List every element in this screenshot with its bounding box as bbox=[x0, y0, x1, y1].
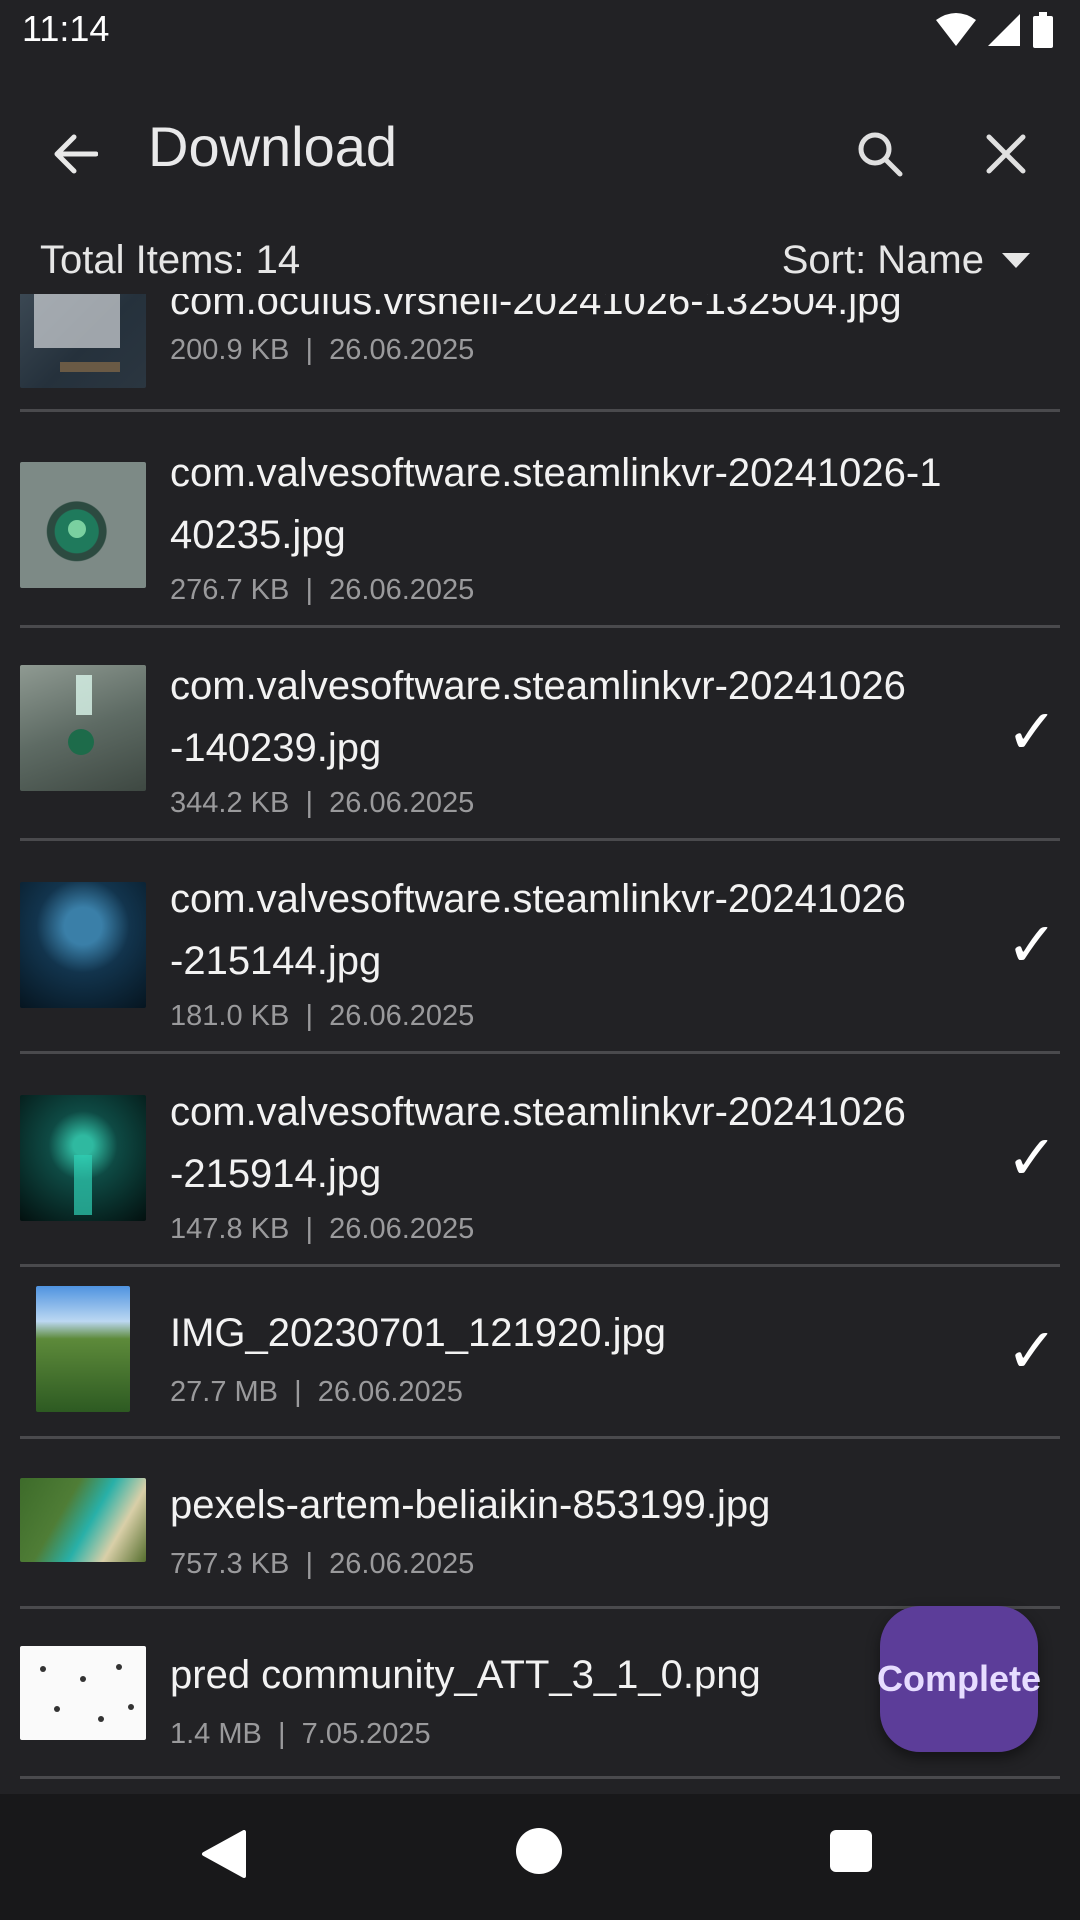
file-row[interactable]: pexels-artem-beliaikin-853199.jpg 757.3 … bbox=[20, 1436, 1060, 1609]
thumbnail-image bbox=[20, 1095, 146, 1221]
file-name: com.valvesoftware.steamlinkvr-20241026 -… bbox=[170, 1090, 906, 1196]
list-summary: Total Items: 14 Sort: Name bbox=[0, 236, 1080, 292]
file-row[interactable]: com.valvesoftware.steamlinkvr-20241026-1… bbox=[20, 412, 1060, 628]
close-icon bbox=[986, 134, 1026, 174]
battery-icon bbox=[1033, 12, 1053, 48]
total-items-label: Total Items: 14 bbox=[40, 238, 301, 282]
close-button[interactable] bbox=[968, 119, 1044, 189]
file-name: pexels-artem-beliaikin-853199.jpg bbox=[170, 1483, 771, 1527]
selected-check-icon[interactable]: ✓ bbox=[1006, 1121, 1058, 1194]
back-button[interactable] bbox=[40, 119, 110, 189]
file-meta: 757.3 KB | 26.06.2025 bbox=[170, 1548, 475, 1580]
app-bar: Download bbox=[0, 84, 1080, 214]
search-icon bbox=[858, 132, 903, 177]
signal-icon bbox=[988, 14, 1020, 46]
thumbnail-image bbox=[20, 462, 146, 588]
status-icons bbox=[936, 12, 1054, 48]
file-name: com.valvesoftware.steamlinkvr-20241026 -… bbox=[170, 664, 906, 770]
file-name: com.valvesoftware.steamlinkvr-20241026-1… bbox=[170, 451, 942, 557]
system-nav-bar bbox=[0, 1794, 1080, 1920]
nav-back-icon[interactable] bbox=[200, 1830, 248, 1878]
page-title: Download bbox=[148, 115, 398, 178]
sort-dropdown[interactable]: Sort: Name bbox=[782, 238, 1030, 283]
sort-label: Sort: Name bbox=[781, 238, 984, 282]
file-meta: 200.9 KB | 26.06.2025 bbox=[170, 334, 475, 366]
file-row[interactable]: com.valvesoftware.steamlinkvr-20241026 -… bbox=[20, 625, 1060, 841]
status-time: 11:14 bbox=[22, 8, 110, 49]
file-row[interactable]: com.valvesoftware.steamlinkvr-20241026 -… bbox=[20, 838, 1060, 1054]
dropdown-arrow-icon bbox=[1002, 252, 1030, 268]
nav-home-icon[interactable] bbox=[516, 1828, 562, 1874]
thumbnail-image bbox=[20, 1646, 146, 1740]
file-name: com.valvesoftware.steamlinkvr-20241026 -… bbox=[170, 877, 906, 983]
file-meta: 1.4 MB | 7.05.2025 bbox=[170, 1718, 431, 1750]
wifi-icon bbox=[936, 13, 976, 46]
thumbnail-image bbox=[20, 882, 146, 1008]
selected-check-icon[interactable]: ✓ bbox=[1006, 695, 1058, 768]
complete-button[interactable]: Complete bbox=[877, 1606, 1041, 1752]
file-list[interactable]: com.oculus.vrshell-20241026-132504.jpg 2… bbox=[0, 294, 1080, 1794]
file-row[interactable]: com.valvesoftware.steamlinkvr-20241026 -… bbox=[20, 1051, 1060, 1267]
file-row[interactable]: IMG_20230701_121920.jpg 27.7 MB | 26.06.… bbox=[20, 1264, 1060, 1439]
status-bar: 11:14 bbox=[0, 0, 1080, 62]
file-name: IMG_20230701_121920.jpg bbox=[170, 1311, 666, 1355]
file-name: com.oculus.vrshell-20241026-132504.jpg bbox=[170, 294, 902, 323]
thumbnail-image bbox=[20, 1478, 146, 1562]
thumbnail-image bbox=[20, 294, 146, 388]
file-meta: 276.7 KB | 26.06.2025 bbox=[170, 574, 475, 606]
thumbnail-image bbox=[20, 665, 146, 791]
file-meta: 27.7 MB | 26.06.2025 bbox=[170, 1376, 463, 1408]
file-meta: 344.2 KB | 26.06.2025 bbox=[170, 787, 475, 819]
file-meta: 147.8 KB | 26.06.2025 bbox=[170, 1213, 475, 1245]
file-row[interactable]: com.oculus.vrshell-20241026-132504.jpg 2… bbox=[20, 294, 1060, 412]
arrow-left-icon bbox=[54, 134, 98, 174]
file-meta: 181.0 KB | 26.06.2025 bbox=[170, 1000, 475, 1032]
selected-check-icon[interactable]: ✓ bbox=[1006, 908, 1058, 981]
selected-check-icon[interactable]: ✓ bbox=[1006, 1314, 1058, 1387]
nav-recents-icon[interactable] bbox=[830, 1830, 872, 1872]
search-button[interactable] bbox=[842, 119, 918, 189]
thumbnail-image bbox=[36, 1286, 130, 1412]
